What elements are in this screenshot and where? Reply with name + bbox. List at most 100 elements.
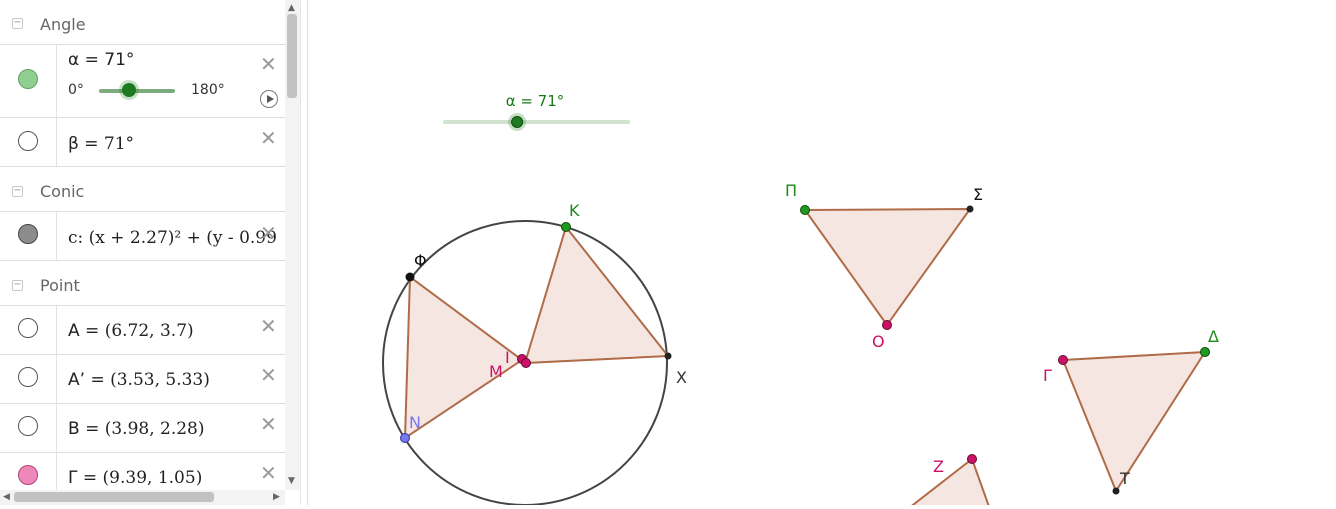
point-A-definition[interactable]: A = (6.72, 3.7) (68, 321, 194, 341)
scroll-right-arrow-icon[interactable]: ▶ (273, 492, 280, 502)
algebra-row-alpha[interactable]: α = 71° ✕ 0° 180° (0, 45, 285, 118)
group-title-conic: Conic (40, 182, 85, 201)
visibility-marble[interactable] (18, 465, 38, 485)
triangle-k-x-i[interactable] (523, 224, 670, 365)
marble-cell (0, 404, 57, 452)
visibility-marble[interactable] (18, 416, 38, 436)
collapse-icon[interactable]: − (12, 280, 23, 291)
visibility-marble[interactable] (18, 131, 38, 151)
point-A-prime-value: (3.53, 5.33) (110, 370, 210, 390)
marble-cell (0, 306, 57, 354)
scroll-up-arrow-icon[interactable]: ▲ (288, 3, 295, 13)
group-title-angle: Angle (40, 15, 86, 34)
point-X[interactable] (664, 352, 672, 360)
delete-icon[interactable]: ✕ (260, 128, 277, 148)
label-Gamma: Γ (1043, 366, 1052, 385)
vertical-scroll-thumb[interactable] (287, 14, 297, 98)
label-O: O (872, 332, 885, 351)
algebra-row-point-A[interactable]: A = (6.72, 3.7) ✕ (0, 306, 285, 355)
point-Z[interactable] (967, 454, 977, 464)
scroll-left-arrow-icon[interactable]: ◀ (3, 492, 10, 502)
slider-handle[interactable] (511, 116, 524, 128)
delete-icon[interactable]: ✕ (260, 54, 277, 74)
beta-name: β (68, 134, 79, 154)
visibility-marble[interactable] (18, 69, 38, 89)
point-Gamma-definition[interactable]: Γ = (9.39, 1.05) (68, 468, 202, 488)
alpha-slider-label: α = 71° (506, 92, 565, 110)
group-title-point: Point (40, 276, 80, 295)
conic-name: c: (68, 228, 89, 248)
marble-cell (0, 355, 57, 403)
equals-sign: = (85, 370, 111, 390)
conic-equation: (x + 2.27)² + (y - 0.99 (88, 228, 277, 248)
delete-icon[interactable]: ✕ (260, 365, 277, 385)
collapse-icon[interactable]: − (12, 18, 23, 29)
marble-cell (0, 45, 57, 117)
label-Phi: Φ (414, 251, 427, 270)
alpha-definition[interactable]: α = 71° (68, 50, 134, 70)
slider-min-label: 0° (68, 82, 84, 98)
visibility-marble[interactable] (18, 318, 38, 338)
point-Sigma[interactable] (966, 205, 974, 213)
triangle-gamma-delta-t[interactable] (1061, 350, 1207, 494)
delete-icon[interactable]: ✕ (260, 414, 277, 434)
delete-icon[interactable]: ✕ (260, 316, 277, 336)
group-header-point[interactable]: − Point (0, 261, 285, 306)
label-N: N (409, 413, 421, 432)
label-Delta: Δ (1208, 327, 1219, 346)
algebra-row-conic-c[interactable]: c: (x + 2.27)² + (y - 0.99 ✕ (0, 212, 285, 261)
triangle-pi-sigma-o[interactable] (803, 207, 972, 327)
visibility-marble[interactable] (18, 367, 38, 387)
algebra-view: − Angle α = 71° ✕ 0° 180° β = 71° ✕ − Co… (0, 0, 285, 505)
alpha-slider-handle[interactable] (121, 83, 136, 97)
algebra-row-point-A-prime[interactable]: A’ = (3.53, 5.33) ✕ (0, 355, 285, 404)
point-K[interactable] (561, 222, 571, 232)
algebra-horizontal-scrollbar[interactable]: ◀ ▶ (0, 490, 285, 505)
label-I: I (505, 348, 510, 367)
group-header-conic[interactable]: − Conic (0, 167, 285, 212)
label-K: K (569, 201, 580, 220)
point-Gamma[interactable] (1058, 355, 1068, 365)
equals-sign: = (78, 134, 104, 154)
point-Phi[interactable] (405, 272, 415, 282)
point-Gamma-value: (9.39, 1.05) (102, 468, 203, 488)
view-splitter[interactable] (300, 0, 308, 505)
group-header-angle[interactable]: − Angle (0, 0, 285, 45)
delete-icon[interactable]: ✕ (260, 463, 277, 483)
label-T: T (1119, 469, 1130, 488)
point-B-name: B (68, 419, 80, 439)
alpha-slider-track[interactable] (99, 89, 175, 93)
point-O[interactable] (882, 320, 892, 330)
beta-definition[interactable]: β = 71° (68, 134, 134, 154)
point-Pi[interactable] (800, 205, 810, 215)
visibility-marble[interactable] (18, 224, 38, 244)
alpha-name: α (68, 50, 80, 70)
alpha-slider[interactable]: α = 71° (443, 92, 630, 131)
point-A-prime-definition[interactable]: A’ = (3.53, 5.33) (68, 370, 210, 390)
label-Z: Z (933, 457, 944, 476)
scroll-down-arrow-icon[interactable]: ▼ (288, 476, 295, 486)
point-T[interactable] (1112, 487, 1120, 495)
graphics-view[interactable]: α = 71° K Φ I M N X Π Σ O Γ Δ T Z (308, 0, 1336, 509)
point-Delta[interactable] (1200, 347, 1210, 357)
conic-c-definition[interactable]: c: (x + 2.27)² + (y - 0.99 (68, 228, 277, 248)
point-A-value: (6.72, 3.7) (104, 321, 194, 341)
algebra-vertical-scrollbar[interactable]: ▲ ▼ (285, 0, 300, 490)
point-M[interactable] (521, 358, 531, 368)
algebra-row-beta[interactable]: β = 71° ✕ (0, 118, 285, 167)
algebra-row-point-B[interactable]: B = (3.98, 2.28) ✕ (0, 404, 285, 453)
point-N[interactable] (400, 433, 410, 443)
graphics-canvas[interactable]: α = 71° K Φ I M N X Π Σ O Γ Δ T Z (308, 0, 1336, 509)
point-B-definition[interactable]: B = (3.98, 2.28) (68, 419, 205, 439)
label-Pi: Π (785, 181, 797, 200)
equals-sign: = (79, 419, 105, 439)
triangle-z-partial[interactable] (900, 457, 992, 509)
point-A-prime-name: A’ (68, 370, 86, 390)
beta-value: 71° (103, 134, 135, 154)
marble-cell (0, 118, 57, 166)
play-animation-icon[interactable] (260, 90, 278, 108)
horizontal-scroll-thumb[interactable] (14, 492, 214, 502)
delete-icon[interactable]: ✕ (260, 223, 277, 243)
label-X: X (676, 368, 687, 387)
collapse-icon[interactable]: − (12, 186, 23, 197)
